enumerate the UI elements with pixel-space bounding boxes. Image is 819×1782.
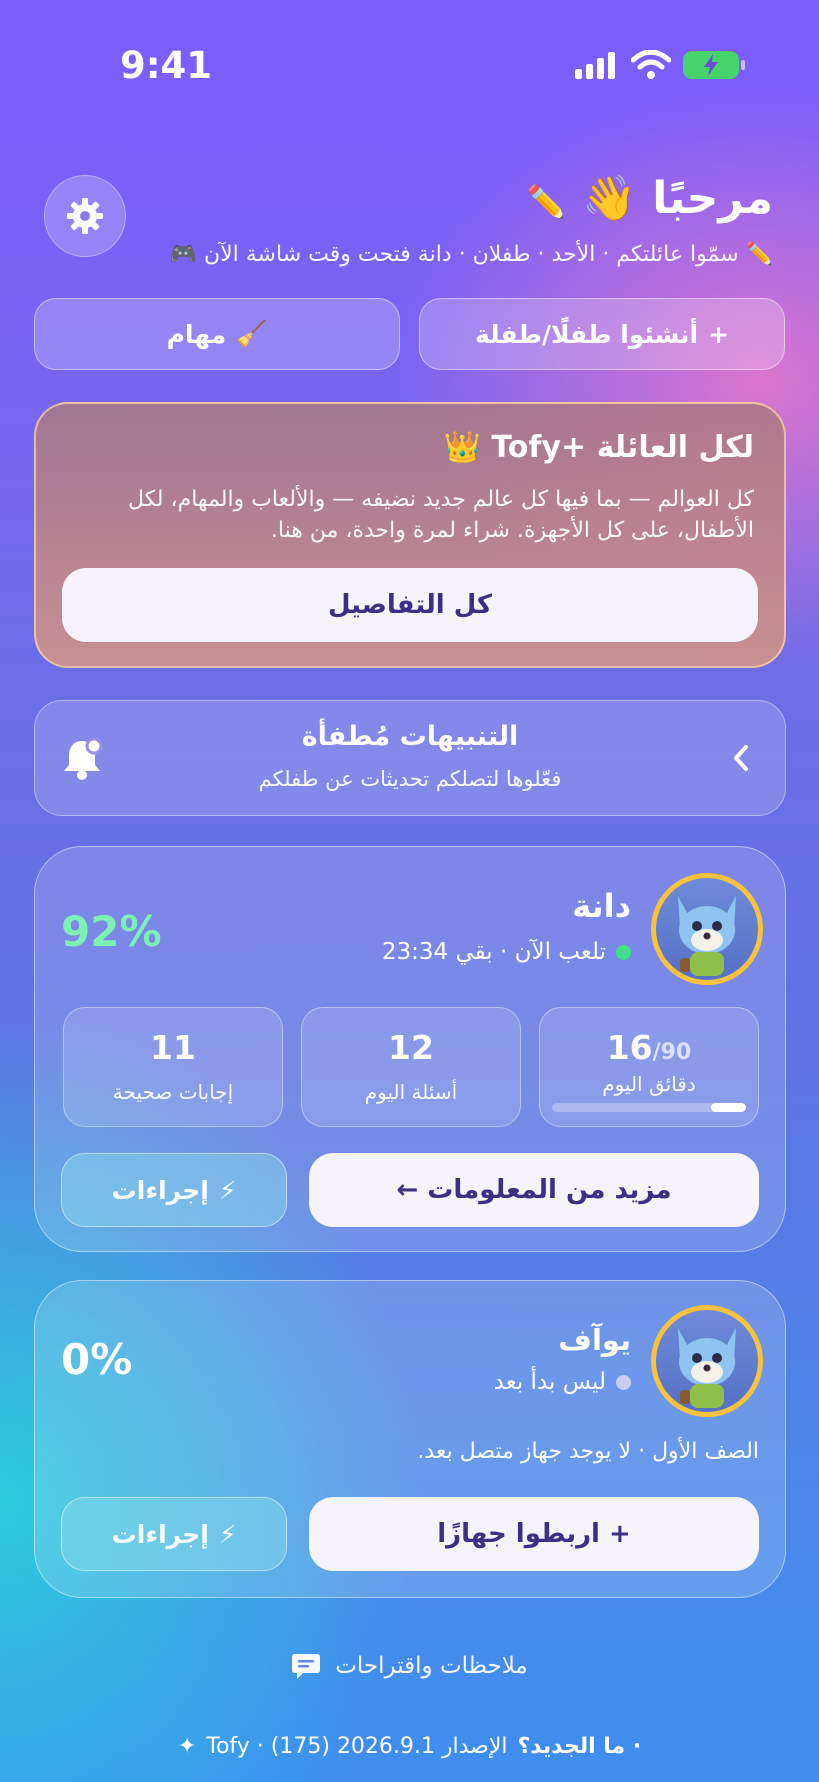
crown-icon: 👑: [443, 430, 481, 465]
promo-details-button[interactable]: كل التفاصيل: [62, 568, 758, 642]
gamepad-icon: 🎮: [169, 242, 197, 267]
stat-value: 11: [150, 1028, 196, 1067]
tasks-label: مهام: [166, 319, 227, 349]
minutes-progress-bar: [552, 1103, 746, 1112]
chat-bubble-icon: [292, 1654, 321, 1679]
feedback-label: ملاحظات واقتراحات: [335, 1653, 528, 1679]
minutes-limit: /90: [652, 1040, 692, 1065]
stat-minutes-today: 16/90 دقائق اليوم: [539, 1007, 759, 1127]
version-footer: · ما الجديد؟ الإصدار 2026.9.1 (175) · To…: [0, 1734, 819, 1759]
stat-label: إجابات صحيحة: [112, 1080, 234, 1104]
child-card-yoav: يوآف ليس بدأ بعد 0% الصف الأول · لا يوجد…: [34, 1280, 786, 1598]
status-dot: [616, 1374, 631, 1390]
progress-percent: 0%: [61, 1335, 133, 1384]
stat-label: دقائق اليوم: [602, 1072, 696, 1096]
gear-icon: [67, 198, 103, 234]
wifi-icon: [631, 50, 671, 79]
child-status: تلعب الآن · بقي 23:34: [382, 939, 631, 965]
signal-icon: [575, 52, 615, 79]
more-info-button[interactable]: مزيد من المعلومات ←: [309, 1153, 759, 1227]
actions-label: إجراءات: [111, 1175, 209, 1205]
minutes-progress-fill: [711, 1103, 746, 1112]
promo-title: لكل العائلة +Tofy 👑: [444, 430, 754, 465]
stat-label: أسئلة اليوم: [364, 1080, 458, 1104]
sparkle-icon: ✦: [177, 1734, 197, 1759]
whats-new-link[interactable]: · ما الجديد؟: [518, 1734, 642, 1759]
fox-mascot-icon: [678, 1328, 736, 1408]
status-time: 9:41: [120, 44, 213, 87]
child-avatar: [651, 873, 763, 985]
lightning-icon: ⚡: [218, 1175, 237, 1205]
greeting-text: مرحبًا: [652, 173, 773, 224]
battery-icon: [683, 51, 745, 79]
promo-title-text: لكل العائلة +Tofy: [491, 430, 754, 465]
feedback-link[interactable]: ملاحظات واقتراحات: [0, 1652, 819, 1680]
family-summary-text: سمّوا عائلتكم · الأحد · طفلان · دانة فتح…: [203, 242, 739, 267]
child-avatar: [651, 1305, 763, 1417]
status-dot: [616, 944, 631, 960]
actions-button[interactable]: ⚡ إجراءات: [61, 1153, 287, 1227]
child-note: الصف الأول · لا يوجد جهاز متصل بعد.: [417, 1439, 759, 1464]
child-status: ليس بدأ بعد: [494, 1369, 631, 1395]
family-summary: ✏️ سمّوا عائلتكم · الأحد · طفلان · دانة …: [93, 242, 773, 267]
greeting-title: مرحبًا 👋 ✏️: [173, 172, 773, 224]
fox-mascot-icon: [678, 896, 736, 976]
link-device-button[interactable]: + اربطوا جهازًا: [309, 1497, 759, 1571]
child-name: يوآف: [558, 1323, 631, 1357]
progress-percent: 92%: [61, 907, 162, 956]
tofy-plus-promo-card: لكل العائلة +Tofy 👑 كل العوالم — بما فيه…: [34, 402, 786, 668]
actions-button[interactable]: ⚡ إجراءات: [61, 1497, 287, 1571]
stat-correct-answers: 11 إجابات صحيحة: [63, 1007, 283, 1127]
child-status-text: ليس بدأ بعد: [493, 1369, 606, 1395]
child-name: دانة: [572, 887, 631, 925]
create-child-button[interactable]: + أنشئوا طفلًا/طفلة: [419, 298, 785, 370]
waving-hand-icon: 👋: [582, 173, 637, 224]
bell-icon: [61, 737, 103, 785]
minutes-value: 16: [606, 1028, 653, 1067]
create-child-label: أنشئوا طفلًا/طفلة: [474, 319, 699, 349]
actions-label: إجراءات: [111, 1519, 209, 1549]
status-icons: [559, 50, 745, 80]
lightning-icon: ⚡: [218, 1519, 237, 1549]
stat-value: 12: [388, 1028, 434, 1067]
promo-description: كل العوالم — بما فيها كل عالم جديد نضيفه…: [128, 487, 754, 543]
child-card-dana: دانة تلعب الآن · بقي 23:34 92% 16/90 دقا…: [34, 846, 786, 1252]
notifications-title: التنبيهات مُطفأة: [301, 721, 519, 752]
stat-value: 16/90: [540, 1028, 758, 1067]
plus-icon: +: [708, 319, 730, 349]
pencil-icon[interactable]: ✏️: [527, 183, 567, 221]
pencil-icon: ✏️: [745, 242, 773, 267]
notifications-subtitle: فعّلوها لتصلكم تحديثات عن طفلكم: [258, 767, 562, 791]
tasks-button[interactable]: 🧹 مهام: [34, 298, 400, 370]
notifications-card[interactable]: التنبيهات مُطفأة فعّلوها لتصلكم تحديثات …: [34, 700, 786, 816]
stat-questions-today: 12 أسئلة اليوم: [301, 1007, 521, 1127]
child-status-text: تلعب الآن · بقي 23:34: [381, 939, 606, 965]
broom-icon: 🧹: [236, 319, 268, 348]
version-text: الإصدار 2026.9.1 (175) · Tofy: [206, 1734, 508, 1759]
